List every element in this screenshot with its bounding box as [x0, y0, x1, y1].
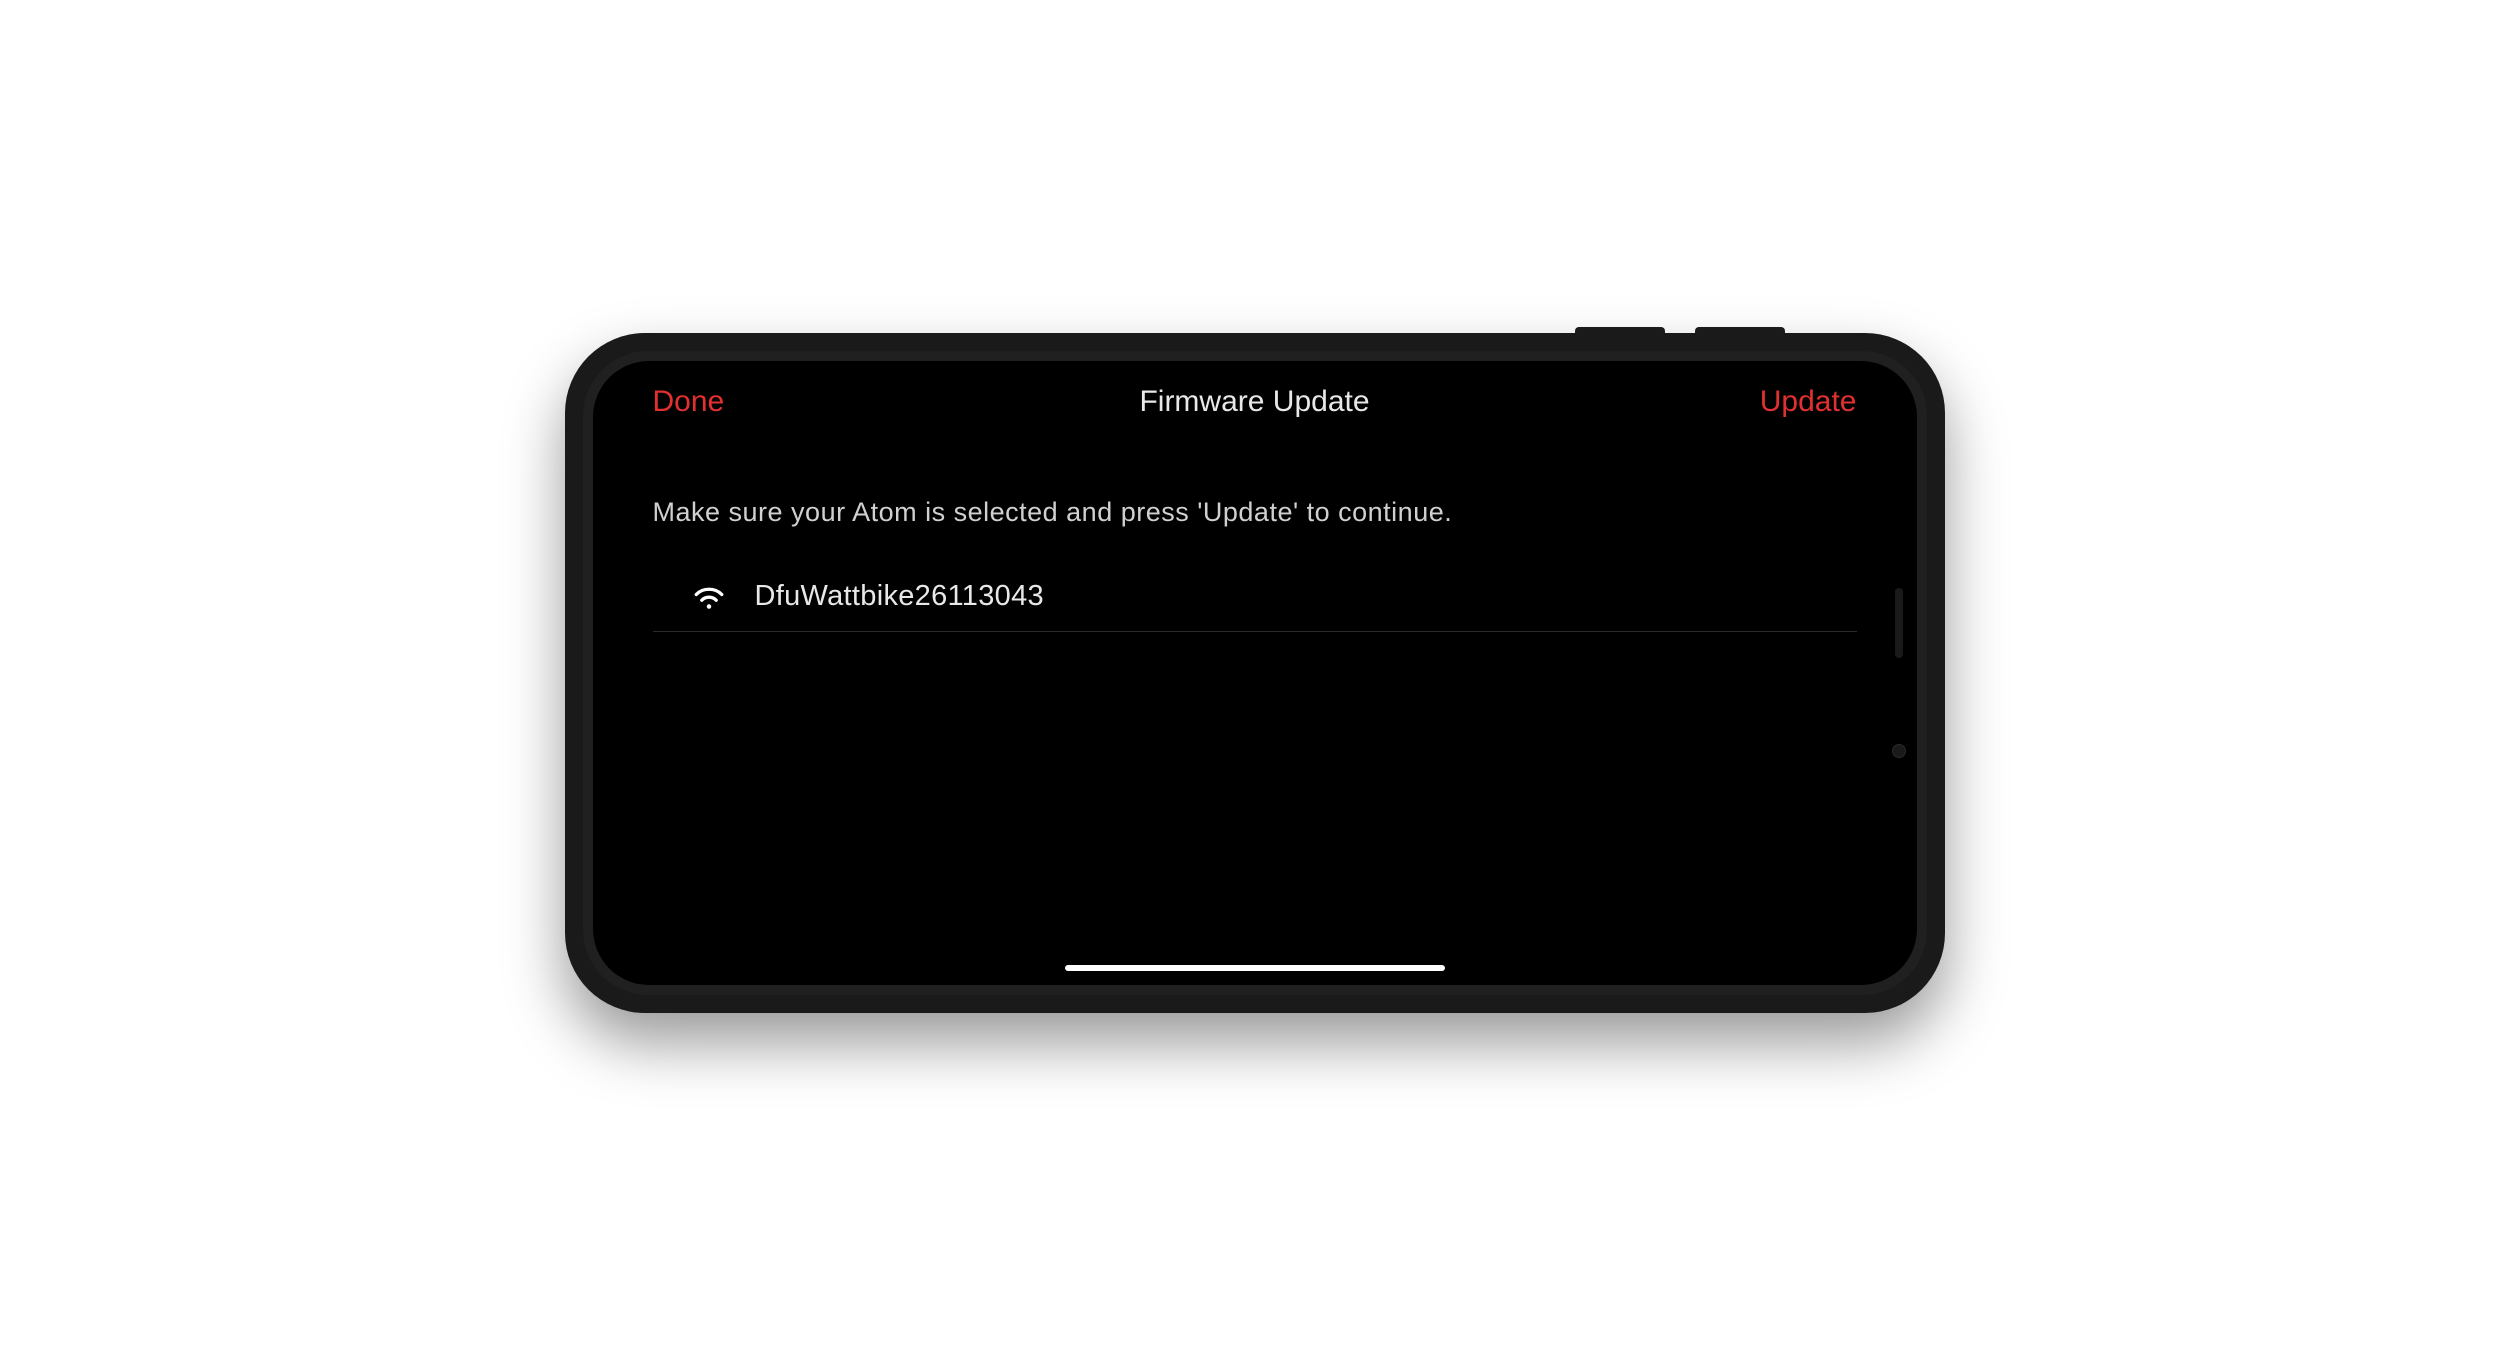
front-camera	[1892, 744, 1906, 758]
phone-frame: Done Firmware Update Update Make sure yo…	[565, 333, 1945, 1013]
done-button[interactable]: Done	[653, 385, 725, 419]
screen: Done Firmware Update Update Make sure yo…	[593, 361, 1917, 985]
notch	[1881, 548, 1917, 798]
update-button[interactable]: Update	[1760, 385, 1857, 419]
volume-up-button	[1575, 327, 1665, 333]
home-indicator[interactable]	[1065, 965, 1445, 971]
speaker	[1895, 588, 1903, 658]
phone-bezel: Done Firmware Update Update Make sure yo…	[583, 351, 1927, 995]
device-list: DfuWattbike26113043	[653, 562, 1857, 632]
instruction-text: Make sure your Atom is selected and pres…	[653, 494, 1857, 532]
page-title: Firmware Update	[793, 385, 1717, 419]
content-area: Make sure your Atom is selected and pres…	[593, 439, 1917, 632]
device-row[interactable]: DfuWattbike26113043	[653, 562, 1857, 632]
volume-down-button	[1695, 327, 1785, 333]
device-name: DfuWattbike26113043	[755, 580, 1044, 613]
navigation-bar: Done Firmware Update Update	[593, 361, 1917, 439]
wifi-icon	[691, 582, 727, 610]
